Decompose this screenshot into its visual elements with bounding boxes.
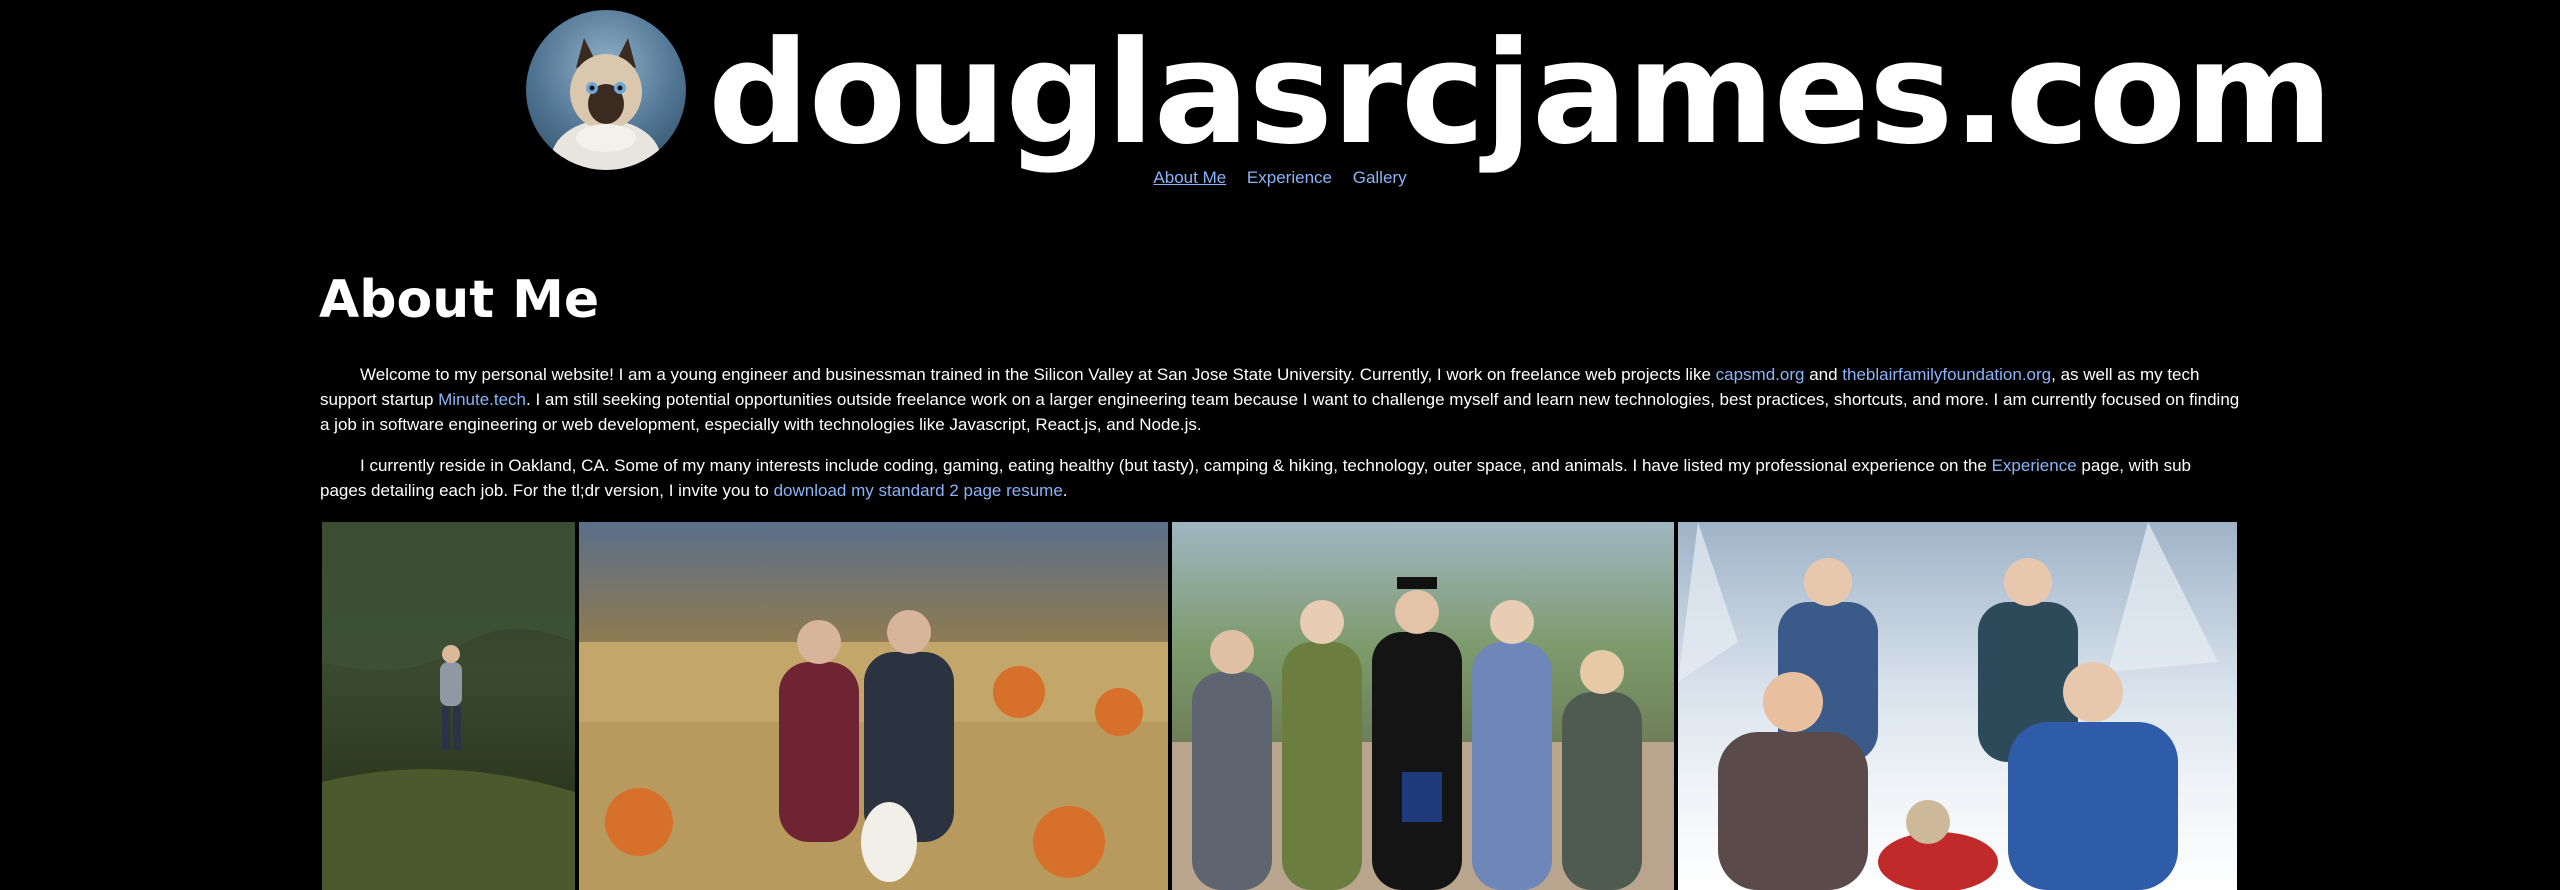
site-header: douglasrcjames.com About Me Experience G…: [0, 0, 2560, 200]
link-capsmd[interactable]: capsmd.org: [1716, 365, 1805, 384]
nav-about-me[interactable]: About Me: [1153, 168, 1226, 187]
photo-holiday-sweaters: [1678, 522, 2237, 890]
link-experience[interactable]: Experience: [1992, 456, 2077, 475]
link-minute-tech[interactable]: Minute.tech: [438, 390, 526, 409]
interests-text-1: I currently reside in Oakland, CA. Some …: [360, 456, 1992, 475]
link-blairfamily[interactable]: theblairfamilyfoundation.org: [1842, 365, 2051, 384]
interests-text-3: .: [1062, 481, 1068, 500]
photo-couple-pumpkins: [579, 522, 1168, 890]
intro-text-1: Welcome to my personal website! I am a y…: [360, 365, 1716, 384]
site-title: douglasrcjames.com: [708, 11, 2333, 176]
intro-text-2: and: [1804, 365, 1843, 384]
nav-gallery[interactable]: Gallery: [1353, 168, 1407, 187]
link-resume-download[interactable]: download my standard 2 page resume: [774, 481, 1063, 500]
page-title: About Me: [319, 270, 600, 330]
intro-paragraph: Welcome to my personal website! I am a y…: [320, 362, 2240, 437]
cat-avatar-image: [551, 38, 661, 170]
photo-graduation: [1172, 522, 1674, 890]
interests-paragraph: I currently reside in Oakland, CA. Some …: [320, 453, 2240, 503]
avatar[interactable]: [526, 10, 686, 170]
main-nav: About Me Experience Gallery: [0, 168, 2560, 188]
intro-text-4: . I am still seeking potential opportuni…: [320, 390, 2240, 434]
nav-experience[interactable]: Experience: [1247, 168, 1332, 187]
photo-hiker: [322, 522, 575, 890]
